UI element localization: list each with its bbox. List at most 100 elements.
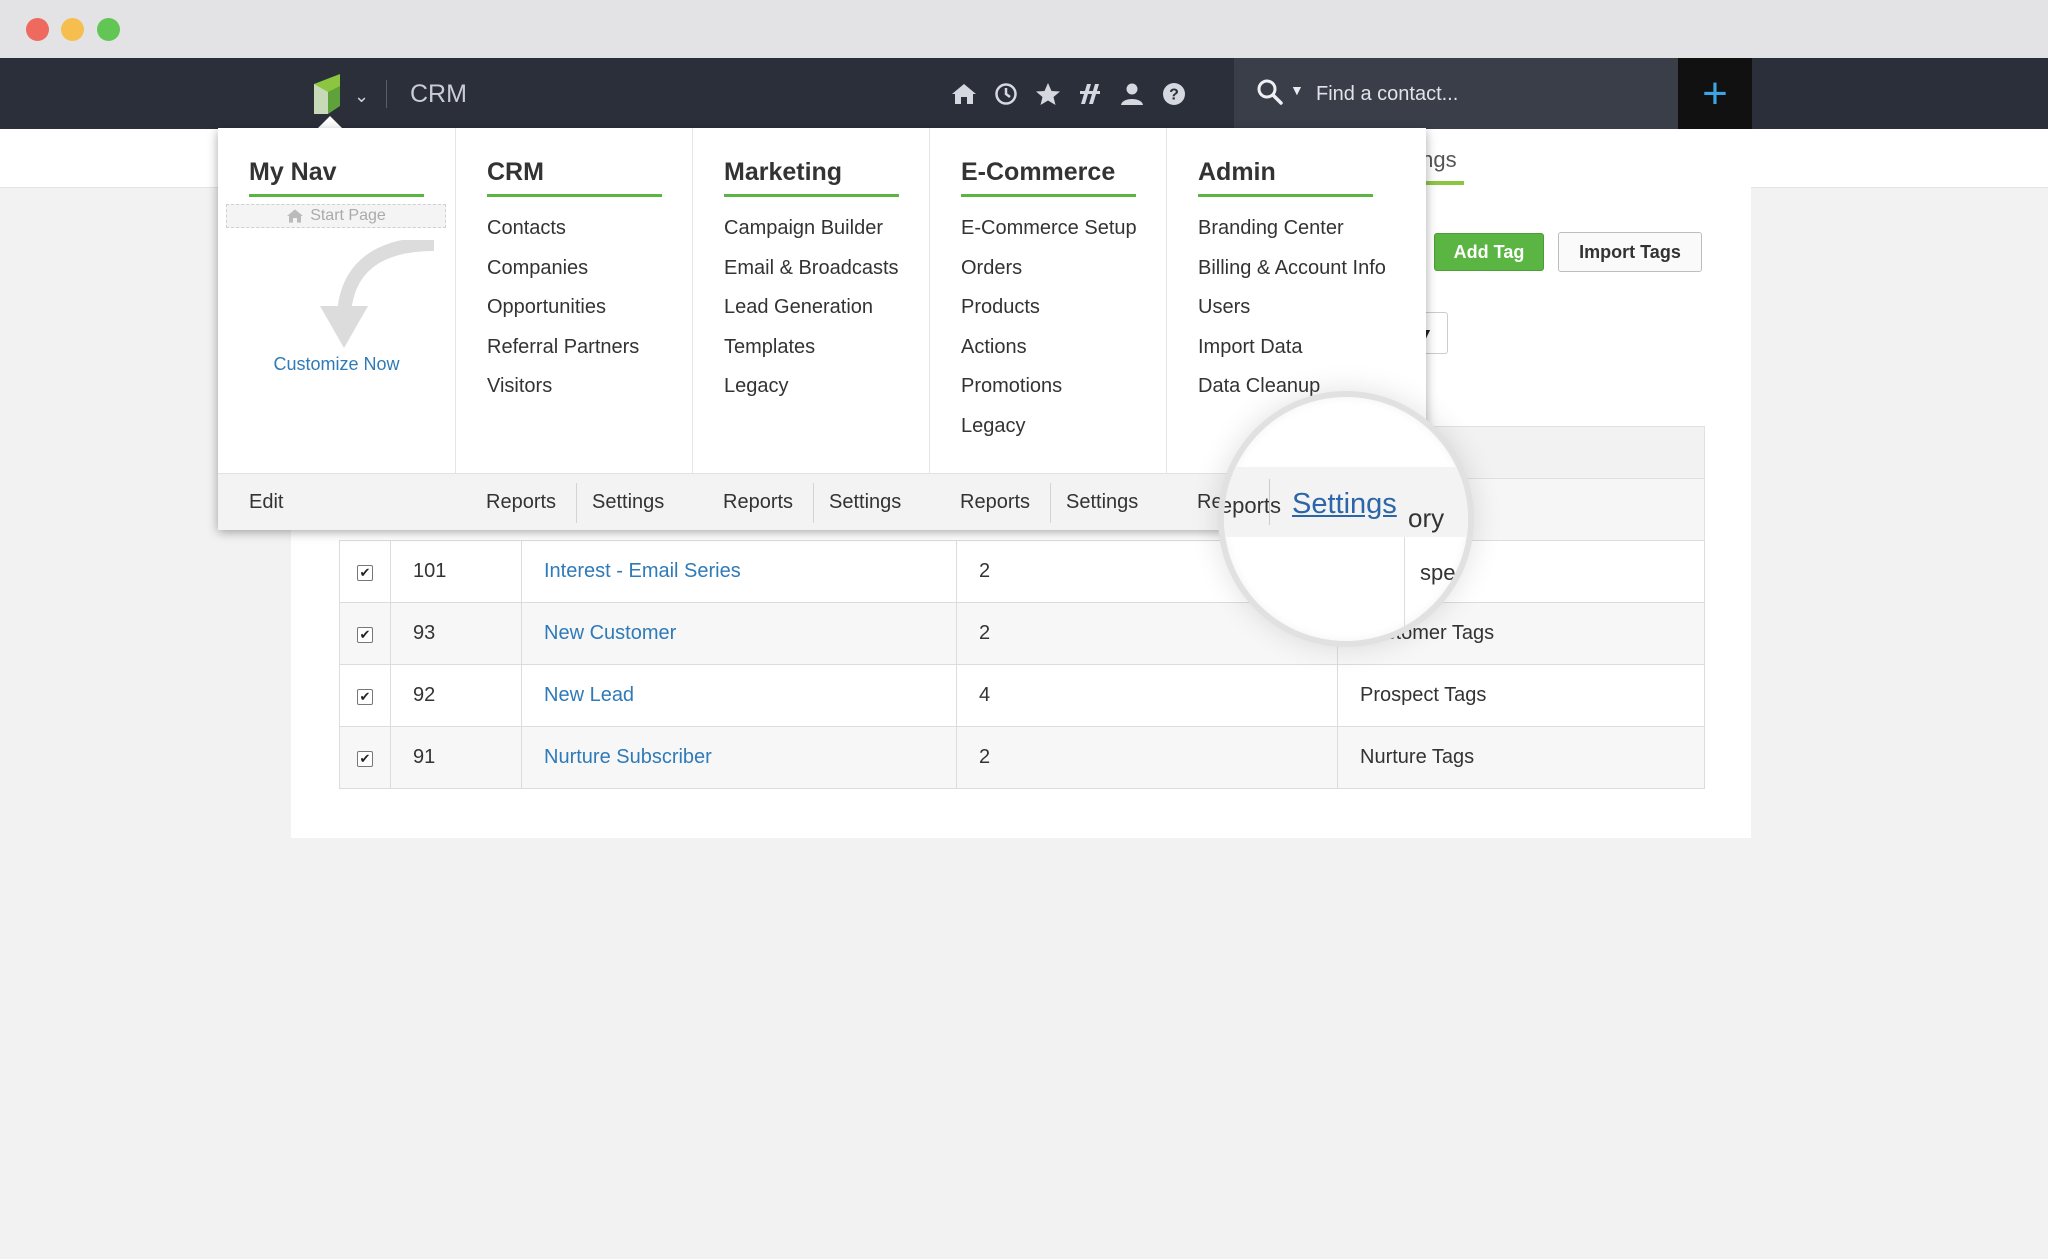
ecommerce-reports-link[interactable]: Reports <box>960 474 1030 530</box>
admin-reports-fragment: Reports <box>1219 493 1282 518</box>
table-row: ✔ 91 Nurture Subscriber 2 Nurture Tags <box>339 726 1705 789</box>
divider <box>1404 537 1405 641</box>
import-tags-button[interactable]: Import Tags <box>1558 232 1702 272</box>
ecommerce-settings-link[interactable]: Settings <box>1066 474 1138 530</box>
row-checkbox[interactable]: ✔ <box>357 565 373 581</box>
table-row: ✔ 93 New Customer 2 Customer Tags <box>339 602 1705 665</box>
crm-settings-link[interactable]: Settings <box>592 474 664 530</box>
maximize-window-button[interactable] <box>97 18 120 41</box>
add-tag-button[interactable]: Add Tag <box>1434 233 1544 271</box>
marketing-reports-link[interactable]: Reports <box>723 474 793 530</box>
menu-item-legacy[interactable]: Legacy <box>724 367 899 407</box>
home-icon[interactable] <box>950 80 978 108</box>
admin-settings-link[interactable]: Settings <box>1292 488 1397 521</box>
chevron-down-icon[interactable]: ⌄ <box>354 86 369 107</box>
marketing-settings-link[interactable]: Settings <box>829 474 901 530</box>
menu-heading: E-Commerce <box>961 158 1116 186</box>
menu-item-visitors[interactable]: Visitors <box>487 367 639 407</box>
tag-id: 101 <box>390 540 522 603</box>
tag-name-link[interactable]: Nurture Subscriber <box>544 746 712 768</box>
menu-item-email-broadcasts[interactable]: Email & Broadcasts <box>724 249 899 289</box>
category-cell-fragment: spect <box>1420 560 1473 585</box>
minimize-window-button[interactable] <box>61 18 84 41</box>
zoom-lens: Reports Settings ory spect <box>1218 391 1474 647</box>
tag-name-link[interactable]: New Lead <box>544 684 634 706</box>
menu-item-referral-partners[interactable]: Referral Partners <box>487 328 639 368</box>
category-header-fragment: ory <box>1408 503 1445 533</box>
top-icon-group: ? <box>950 80 1188 108</box>
tags-table: ✔ 101 Interest - Email Series 2 spect Ta… <box>339 540 1705 789</box>
add-new-button[interactable]: + <box>1678 58 1752 129</box>
menu-item-templates[interactable]: Templates <box>724 328 899 368</box>
app-title: CRM <box>410 80 467 108</box>
menu-heading: My Nav <box>249 158 337 186</box>
app-logo-icon[interactable] <box>312 72 342 116</box>
menu-item-billing-account-info[interactable]: Billing & Account Info <box>1198 249 1386 289</box>
tag-name-link[interactable]: Interest - Email Series <box>544 560 741 582</box>
contacts-icon[interactable] <box>1118 80 1146 108</box>
menu-item-promotions[interactable]: Promotions <box>961 367 1137 407</box>
table-row: ✔ 101 Interest - Email Series 2 spect Ta… <box>339 540 1705 603</box>
divider <box>386 80 387 108</box>
menu-item-actions[interactable]: Actions <box>961 328 1137 368</box>
tag-category: Prospect Tags <box>1337 664 1705 727</box>
menu-item-import-data[interactable]: Import Data <box>1198 328 1386 368</box>
menu-pointer <box>318 116 342 128</box>
menu-column-crm: CRM Contacts Companies Opportunities Ref… <box>455 128 693 473</box>
menu-heading: Admin <box>1198 158 1276 186</box>
menu-item-products[interactable]: Products <box>961 288 1137 328</box>
menu-item-branding-center[interactable]: Branding Center <box>1198 209 1386 249</box>
menu-heading: Marketing <box>724 158 843 186</box>
row-checkbox[interactable]: ✔ <box>357 751 373 767</box>
heading-underline <box>249 194 424 197</box>
history-icon[interactable] <box>992 80 1020 108</box>
integrations-icon[interactable] <box>1076 80 1104 108</box>
heading-underline <box>961 194 1136 197</box>
svg-text:?: ? <box>1169 87 1179 104</box>
table-row: ✔ 92 New Lead 4 Prospect Tags <box>339 664 1705 727</box>
curved-arrow-icon <box>320 240 435 348</box>
tag-id: 91 <box>390 726 522 789</box>
window-titlebar <box>0 0 2048 58</box>
edit-nav-link[interactable]: Edit <box>249 474 283 530</box>
contact-search: ▼ <box>1234 58 1678 129</box>
customize-now-link[interactable]: Customize Now <box>218 354 455 375</box>
heading-underline <box>1198 194 1373 197</box>
crm-reports-link[interactable]: Reports <box>486 474 556 530</box>
divider <box>1269 479 1270 525</box>
heading-underline <box>487 194 662 197</box>
divider <box>576 483 577 523</box>
menu-item-ecommerce-setup[interactable]: E-Commerce Setup <box>961 209 1137 249</box>
start-page-label: Start Page <box>310 207 386 224</box>
tag-id: 93 <box>390 602 522 665</box>
tag-id: 92 <box>390 664 522 727</box>
heading-underline <box>724 194 899 197</box>
help-icon[interactable]: ? <box>1160 80 1188 108</box>
tag-count: 2 <box>956 726 1338 789</box>
menu-item-legacy[interactable]: Legacy <box>961 407 1137 447</box>
caret-down-icon[interactable]: ▼ <box>1290 82 1304 98</box>
menu-column-my-nav: My Nav Start Page Customize Now <box>218 128 455 473</box>
tag-count: 4 <box>956 664 1338 727</box>
search-icon[interactable] <box>1256 78 1284 106</box>
menu-item-companies[interactable]: Companies <box>487 249 639 289</box>
row-checkbox[interactable]: ✔ <box>357 627 373 643</box>
tag-category: Nurture Tags <box>1337 726 1705 789</box>
favorites-icon[interactable] <box>1034 80 1062 108</box>
menu-item-contacts[interactable]: Contacts <box>487 209 639 249</box>
menu-item-campaign-builder[interactable]: Campaign Builder <box>724 209 899 249</box>
search-input[interactable] <box>1314 76 1658 112</box>
close-window-button[interactable] <box>26 18 49 41</box>
start-page-slot[interactable]: Start Page <box>226 204 446 228</box>
tag-name-link[interactable]: New Customer <box>544 622 676 644</box>
menu-item-opportunities[interactable]: Opportunities <box>487 288 639 328</box>
menu-item-orders[interactable]: Orders <box>961 249 1137 289</box>
menu-column-ecommerce: E-Commerce E-Commerce Setup Orders Produ… <box>929 128 1167 473</box>
menu-item-users[interactable]: Users <box>1198 288 1386 328</box>
home-icon <box>287 209 304 223</box>
row-checkbox[interactable]: ✔ <box>357 689 373 705</box>
divider <box>813 483 814 523</box>
menu-item-lead-generation[interactable]: Lead Generation <box>724 288 899 328</box>
divider <box>1050 483 1051 523</box>
menu-column-marketing: Marketing Campaign Builder Email & Broad… <box>692 128 930 473</box>
